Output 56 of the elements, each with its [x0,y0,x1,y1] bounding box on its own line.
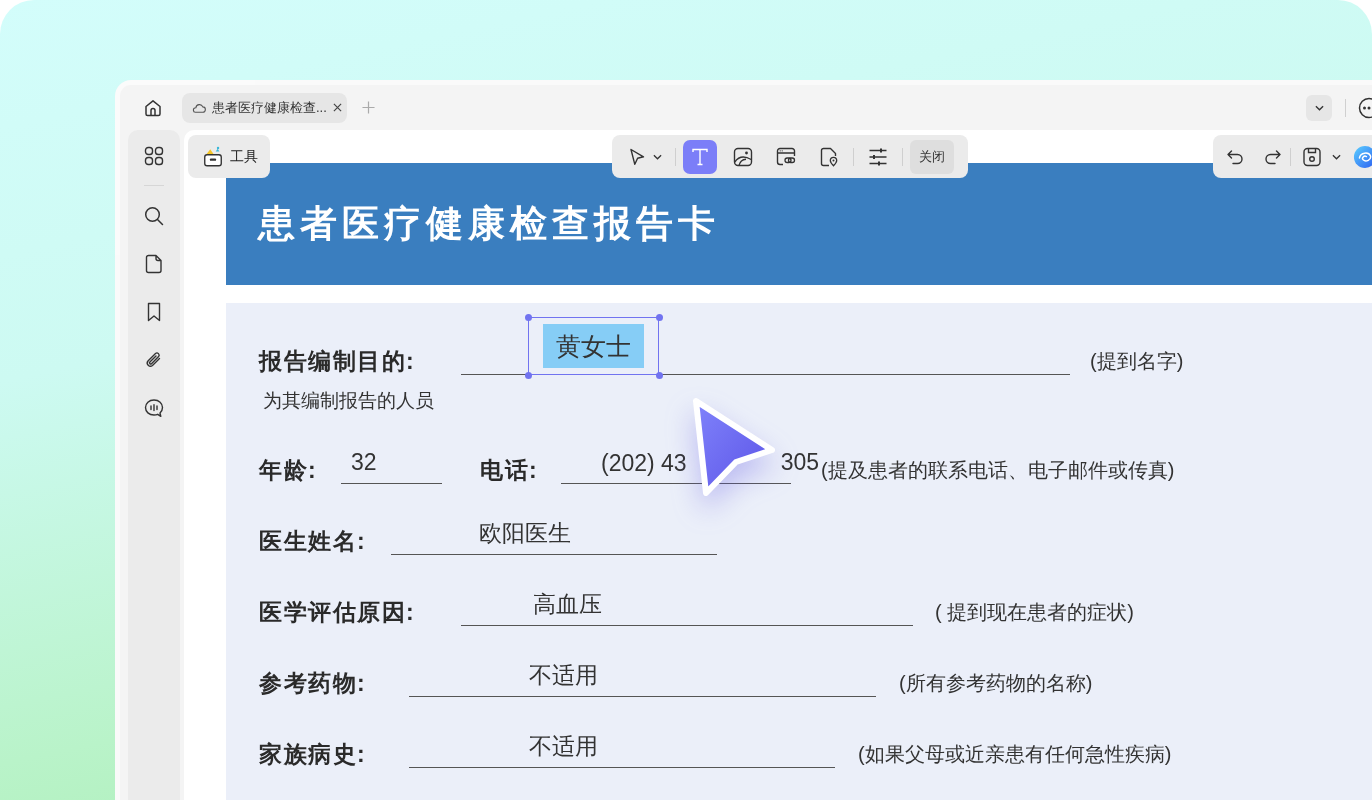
caret-icon [1314,104,1324,111]
caret-icon [652,153,662,160]
selected-text[interactable]: 黄女士 [543,324,644,368]
close-button[interactable]: 关闭 [910,139,954,174]
chat-bubble-icon[interactable] [144,398,164,418]
text-tool-button[interactable] [683,139,717,174]
field-value: 不适用 [529,732,598,761]
cursor-arrow-icon [690,396,778,498]
caret-icon[interactable] [1332,153,1341,160]
search-icon[interactable] [144,206,164,226]
field-value: 32 [351,448,377,477]
page-pin-icon [819,146,839,167]
field-label: 年龄: [259,456,319,484]
hint-text: ( 提到现在患者的症状) [935,600,1134,625]
field-value: 高血压 [533,590,602,619]
cloud-icon [192,102,206,113]
field-value: 欧阳医生 [479,519,571,548]
document-tab[interactable]: 患者医疗健康检查... [182,92,347,123]
fill-in-line[interactable]: 欧阳医生 [391,507,717,555]
toolbox-icon [202,145,224,168]
field-label: 电话: [480,456,540,484]
field-label: 报告编制目的: [259,347,417,375]
image-icon [733,146,753,167]
home-icon[interactable] [143,97,163,118]
field-label: 医生姓名: [259,527,368,555]
document-title: 患者医疗健康检查报告卡 [258,202,720,246]
fill-in-line[interactable]: 高血压 [461,578,913,626]
resize-handle[interactable] [655,313,663,321]
link-card-icon [776,146,796,167]
field-label: 参考药物: [259,669,368,697]
resize-handle[interactable] [655,371,663,379]
assistant-icon[interactable] [1353,144,1372,169]
resize-handle[interactable] [524,313,532,321]
field-note: 为其编制报告的人员 [263,389,434,413]
fill-in-line[interactable]: 32 [341,436,442,484]
hint-text: (所有参考药物的名称) [899,671,1093,696]
hint-text: (提到名字) [1090,349,1184,374]
close-icon[interactable] [332,103,342,112]
hint-text: (提及患者的联系电话、电子邮件或传真) [821,458,1175,483]
field-value: 305 [780,448,819,477]
field-value: 不适用 [529,661,598,690]
resize-handle[interactable] [524,371,532,379]
field-label: 医学评估原因: [259,598,417,626]
fill-in-line[interactable]: 黄女士 [461,317,1070,375]
tools-button[interactable]: 工具 [188,135,270,178]
fill-in-line[interactable]: 不适用 [409,649,876,697]
sliders-icon [868,146,888,167]
field-label: 家族病史: [259,740,368,768]
save-icon[interactable] [1302,146,1322,167]
grid-icon[interactable] [144,146,164,166]
text-icon [690,146,710,167]
hint-text: (如果父母或近亲患有任何急性疾病) [858,742,1172,767]
fill-in-line[interactable]: 不适用 [409,720,835,768]
page-icon[interactable] [144,254,164,274]
dropdown-button[interactable] [1306,94,1332,121]
field-value: (202) 43 [601,449,687,478]
